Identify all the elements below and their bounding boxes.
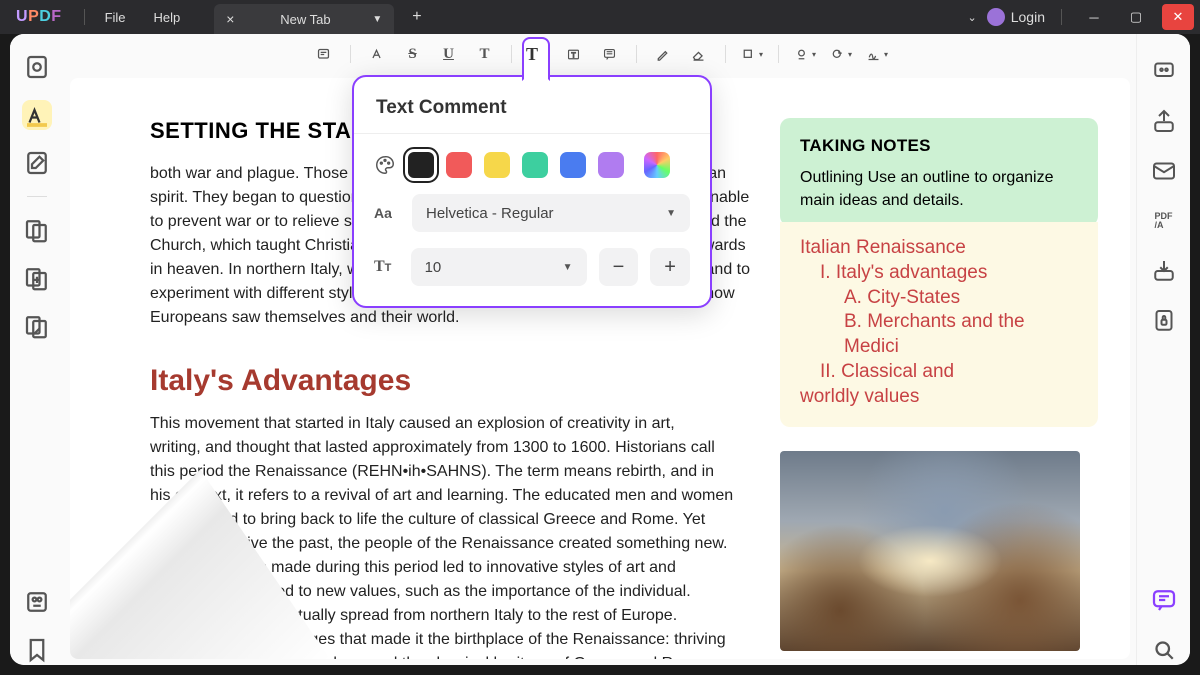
strikethrough-tool[interactable]: S [397, 39, 429, 69]
crop-pages-icon[interactable] [22, 311, 52, 341]
panel-title: Text Comment [354, 77, 710, 134]
menu-file[interactable]: File [91, 10, 140, 25]
swatch-purple[interactable] [598, 152, 624, 178]
left-rail [10, 34, 64, 665]
annotation-toolbar: S U T T ▾ ▾ ▾ ▾ [64, 34, 1136, 74]
separator [636, 45, 637, 63]
font-row: Aa Helvetica - Regular▼ [354, 186, 710, 240]
underline-tool[interactable]: U [433, 39, 465, 69]
menu-help[interactable]: Help [140, 10, 195, 25]
sticker-tool[interactable]: ▾ [825, 39, 857, 69]
email-icon[interactable] [1149, 156, 1179, 186]
chevron-down-icon[interactable]: ▼ [372, 14, 382, 25]
reader-mode-icon[interactable] [22, 52, 52, 82]
swatch-black[interactable] [408, 152, 434, 178]
shapes-tool[interactable]: ▾ [736, 39, 768, 69]
font-select[interactable]: Helvetica - Regular▼ [412, 194, 690, 232]
eraser-tool[interactable] [683, 39, 715, 69]
tab-title: New Tab [248, 12, 362, 27]
chevron-down-icon: ▼ [563, 262, 573, 273]
separator [1061, 9, 1062, 25]
size-label-icon: TT [374, 258, 399, 276]
text-comment-panel: Text Comment Aa Helvetica - Regular▼ TT … [352, 75, 712, 308]
renaissance-painting-image [780, 451, 1080, 651]
squiggly-tool[interactable]: T [469, 39, 501, 69]
close-icon[interactable]: × [226, 11, 234, 27]
size-select[interactable]: 10▼ [411, 248, 587, 286]
sticky-note-tool[interactable] [308, 39, 340, 69]
separator [725, 45, 726, 63]
avatar-icon [987, 8, 1005, 26]
add-tab-button[interactable]: + [404, 8, 429, 26]
size-decrease-button[interactable]: − [599, 248, 639, 286]
window-close-button[interactable]: ✕ [1162, 4, 1194, 30]
chevron-down-icon: ▼ [666, 208, 676, 219]
palette-icon[interactable] [374, 154, 396, 176]
text-box-tool[interactable]: T [558, 39, 590, 69]
pencil-tool[interactable] [647, 39, 679, 69]
login-button[interactable]: Login [987, 8, 1045, 26]
right-rail: PDF/A [1136, 34, 1190, 665]
separator [511, 45, 512, 63]
notes-body: Outlining Use an outline to organize mai… [800, 166, 1078, 212]
signature-tool[interactable]: ▾ [861, 39, 893, 69]
callout-tool[interactable] [594, 39, 626, 69]
swatch-teal[interactable] [522, 152, 548, 178]
page-right: TAKING NOTES Outlining Use an outline to… [780, 78, 1130, 659]
window-maximize-button[interactable]: ▢ [1120, 4, 1152, 30]
color-row [354, 144, 710, 186]
pdfa-convert-icon[interactable]: PDF/A [1149, 206, 1179, 236]
share-icon[interactable] [1149, 106, 1179, 136]
bookmark-icon[interactable] [22, 635, 52, 665]
thumbnails-icon[interactable] [22, 587, 52, 617]
protect-icon[interactable] [1149, 306, 1179, 336]
separator [350, 45, 351, 63]
organize-pages-icon[interactable] [22, 215, 52, 245]
app-logo: UPDF [0, 8, 78, 26]
notes-title: TAKING NOTES [800, 136, 1078, 156]
highlight-tool-icon[interactable] [22, 100, 52, 130]
highlight-tool[interactable] [361, 39, 393, 69]
window-minimize-button[interactable]: ─ [1078, 4, 1110, 30]
ai-chat-icon[interactable] [1149, 56, 1179, 86]
swatch-red[interactable] [446, 152, 472, 178]
titlebar: UPDF File Help × New Tab ▼ + ⌄ Login ─ ▢… [0, 0, 1200, 34]
separator [27, 196, 47, 197]
page-tools-icon[interactable] [22, 263, 52, 293]
outline-box: Italian Renaissance I. Italy's advantage… [780, 222, 1098, 427]
export-icon[interactable] [1149, 256, 1179, 286]
stamp-tool[interactable]: ▾ [789, 39, 821, 69]
edit-text-icon[interactable] [22, 148, 52, 178]
tab-new[interactable]: × New Tab ▼ [214, 4, 394, 34]
taking-notes-box: TAKING NOTES Outlining Use an outline to… [780, 118, 1098, 226]
separator [778, 45, 779, 63]
heading-italys-advantages: Italy's Advantages [150, 364, 762, 398]
comment-panel-icon[interactable] [1149, 585, 1179, 615]
size-increase-button[interactable]: + [650, 248, 690, 286]
svg-text:T: T [571, 51, 576, 59]
swatch-yellow[interactable] [484, 152, 510, 178]
chevron-down-icon[interactable]: ⌄ [968, 11, 977, 24]
font-label-icon: Aa [374, 205, 400, 221]
swatch-custom-color[interactable] [644, 152, 670, 178]
size-row: TT 10▼ − + [354, 240, 710, 294]
swatch-blue[interactable] [560, 152, 586, 178]
separator [84, 9, 85, 25]
search-icon[interactable] [1149, 635, 1179, 665]
